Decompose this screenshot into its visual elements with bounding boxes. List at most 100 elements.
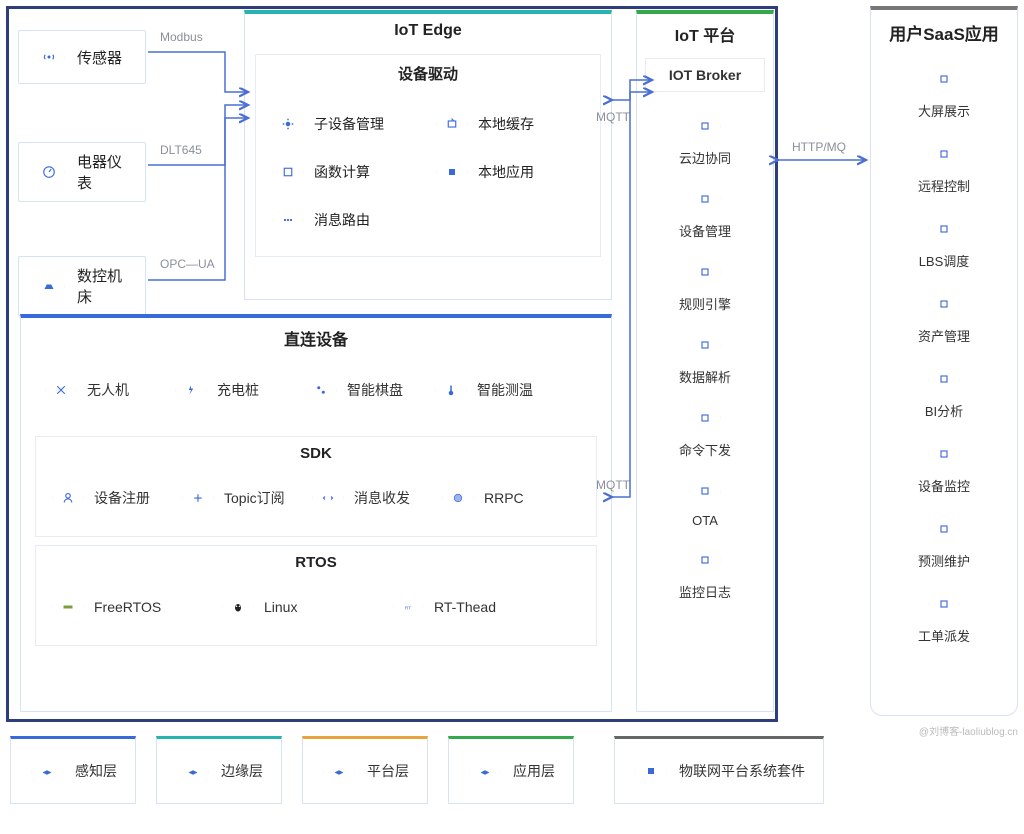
rtos-item: FreeRTOS (42, 583, 212, 631)
edge-item: 本地应用 (428, 148, 592, 196)
saas-title: 用户SaaS应用 (871, 10, 1017, 55)
layer-icon (29, 753, 65, 789)
linux-icon (220, 589, 256, 625)
module-icon (926, 361, 962, 397)
rtos-item: RTRT-Thead (382, 583, 552, 631)
saas-item: 预测维护 (918, 511, 970, 570)
device-item: 智能测温 (425, 366, 555, 414)
module-icon (687, 327, 723, 363)
msg-icon (310, 480, 346, 516)
rtos-title: RTOS (36, 546, 596, 579)
module-icon (926, 136, 962, 172)
protocol-label: OPC—UA (160, 257, 215, 271)
layer-icon (321, 753, 357, 789)
module-icon (687, 181, 723, 217)
sensor-label: 数控机床 (77, 265, 133, 307)
edge-item: 子设备管理 (264, 100, 428, 148)
gear-icon (270, 106, 306, 142)
rtos-item: Linux (212, 583, 382, 631)
rtthread-icon: RT (390, 589, 426, 625)
legend-item: 平台层 (302, 736, 428, 804)
platform-item: OTA (687, 473, 723, 528)
register-icon (50, 480, 86, 516)
broker-box: IOT Broker (645, 58, 765, 92)
platform-title: IoT 平台 (637, 14, 773, 54)
svg-text:RT: RT (405, 605, 411, 610)
platform-item: 云边协同 (679, 108, 731, 167)
topic-icon (180, 480, 216, 516)
legend-item: 边缘层 (156, 736, 282, 804)
edge-item: 函数计算 (264, 148, 428, 196)
driver-box: 设备驱动 子设备管理 本地缓存 函数计算 本地应用 消息路由 (255, 54, 601, 257)
legend-item: 感知层 (10, 736, 136, 804)
sdk-box: SDK 设备注册 Topic订阅 消息收发 RRPC (35, 436, 597, 537)
module-icon (687, 400, 723, 436)
device-item: 智能棋盘 (295, 366, 425, 414)
edge-item: 本地缓存 (428, 100, 592, 148)
sensor-label: 电器仪表 (77, 151, 133, 193)
sensor-box: 传感器 (18, 30, 146, 84)
module-icon (687, 108, 723, 144)
direct-title: 直连设备 (21, 318, 611, 358)
sdk-item: Topic订阅 (172, 474, 302, 522)
sdk-item: RRPC (432, 474, 562, 522)
route-icon (270, 202, 306, 238)
iot-platform-panel: IoT 平台 IOT Broker 云边协同设备管理规则引擎数据解析命令下发OT… (636, 10, 774, 712)
saas-item: 资产管理 (918, 286, 970, 345)
mqtt-label: MQTT (596, 110, 630, 124)
legend-row: 感知层 边缘层 平台层 应用层 物联网平台系统套件 (10, 736, 1014, 824)
saas-item: 设备监控 (918, 436, 970, 495)
legend-item: 应用层 (448, 736, 574, 804)
legend-item: 物联网平台系统套件 (614, 736, 824, 804)
cache-icon (434, 106, 470, 142)
rtos-box: RTOS FreeRTOS Linux RTRT-Thead (35, 545, 597, 646)
sdk-item: 消息收发 (302, 474, 432, 522)
sensor-box: 电器仪表 (18, 142, 146, 202)
module-icon (926, 286, 962, 322)
edge-item: 消息路由 (264, 196, 428, 244)
module-icon (926, 436, 962, 472)
protocol-label: Modbus (160, 30, 203, 44)
cnc-icon (31, 268, 67, 304)
mqtt-label: MQTT (596, 478, 630, 492)
rrpc-icon (440, 480, 476, 516)
device-item: 充电桩 (165, 366, 295, 414)
platform-item: 命令下发 (679, 400, 731, 459)
device-item: 无人机 (35, 366, 165, 414)
meter-icon (31, 154, 67, 190)
sensor-box: 数控机床 (18, 256, 146, 316)
saas-item: LBS调度 (919, 211, 970, 270)
http-mq-label: HTTP/MQ (792, 140, 846, 154)
iot-edge-panel: IoT Edge 设备驱动 子设备管理 本地缓存 函数计算 本地应用 消息路由 (244, 10, 612, 300)
direct-panel: 直连设备 无人机 充电桩 智能棋盘 智能测温 SDK 设备注册 Topic订阅 … (20, 314, 612, 712)
protocol-label: DLT645 (160, 143, 202, 157)
layer-icon (175, 753, 211, 789)
layer-icon (467, 753, 503, 789)
sdk-title: SDK (36, 437, 596, 470)
suite-icon (633, 753, 669, 789)
driver-title: 设备驱动 (256, 55, 600, 92)
temp-icon (433, 372, 469, 408)
module-icon (687, 542, 723, 578)
chess-icon (303, 372, 339, 408)
platform-item: 数据解析 (679, 327, 731, 386)
saas-item: 大屏展示 (918, 61, 970, 120)
module-icon (926, 586, 962, 622)
platform-item: 规则引擎 (679, 254, 731, 313)
sensor-label: 传感器 (77, 47, 122, 68)
module-icon (926, 511, 962, 547)
saas-item: 远程控制 (918, 136, 970, 195)
drone-icon (43, 372, 79, 408)
saas-item: BI分析 (925, 361, 963, 420)
platform-item: 监控日志 (679, 542, 731, 601)
charger-icon (173, 372, 209, 408)
freertos-icon (50, 589, 86, 625)
module-icon (926, 61, 962, 97)
iot-edge-title: IoT Edge (245, 14, 611, 48)
sensor-icon (31, 39, 67, 75)
module-icon (687, 473, 723, 509)
saas-item: 工单派发 (918, 586, 970, 645)
sdk-item: 设备注册 (42, 474, 172, 522)
module-icon (926, 211, 962, 247)
app-icon (434, 154, 470, 190)
